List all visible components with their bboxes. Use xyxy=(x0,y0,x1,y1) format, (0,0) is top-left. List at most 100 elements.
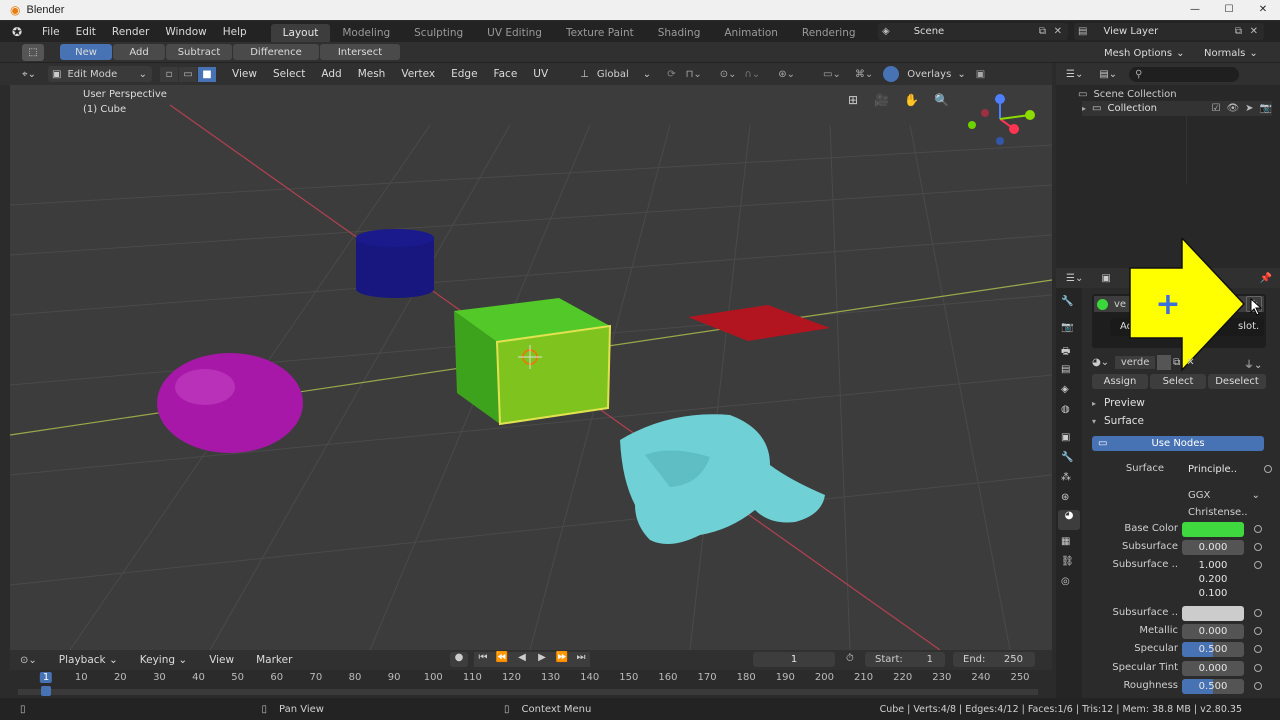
value-field[interactable]: 1.000 xyxy=(1182,558,1244,573)
camera-view-icon[interactable]: 🎥 xyxy=(874,93,904,107)
color-swatch[interactable] xyxy=(1182,522,1244,537)
surface-panel-header[interactable]: ▾ Surface xyxy=(1092,414,1144,428)
mode-intersect-button[interactable]: Intersect xyxy=(320,44,400,60)
socket-icon[interactable] xyxy=(1254,682,1262,690)
viewport-display-icon[interactable]: ▭⌄ xyxy=(823,69,841,80)
pin-icon[interactable]: 📌 xyxy=(1260,273,1272,284)
jump-end-icon[interactable]: ⏭ xyxy=(572,652,590,667)
tab-texture-paint[interactable]: Texture Paint xyxy=(554,24,646,42)
modifier-tab-icon[interactable]: 🔧 xyxy=(1061,452,1073,463)
close-window-button[interactable]: ✕ xyxy=(1246,0,1280,20)
end-frame-field[interactable]: End: 250 xyxy=(953,652,1035,667)
particles-tab-icon[interactable]: ⁂ xyxy=(1061,472,1071,483)
link-dropdown-icon[interactable]: ⏚⌄ xyxy=(1244,356,1262,371)
tab-uv-editing[interactable]: UV Editing xyxy=(475,24,554,42)
properties-editor-icon[interactable]: ☰⌄ xyxy=(1066,273,1083,284)
texture-tab-icon[interactable]: ▦ xyxy=(1061,536,1070,547)
sphere-object[interactable] xyxy=(157,353,303,453)
menu-help[interactable]: Help xyxy=(215,23,255,41)
socket-icon[interactable] xyxy=(1254,627,1262,635)
xray-toggle-icon[interactable]: ▣ xyxy=(976,69,985,80)
material-name-field[interactable]: verde xyxy=(1115,356,1156,369)
timeline-menu-keying[interactable]: Keying ⌄ xyxy=(132,651,195,669)
3d-viewport[interactable]: User Perspective (1) Cube ⊞ 🎥 ✋ 🔍 xyxy=(10,85,1052,650)
record-icon[interactable]: ● xyxy=(450,652,468,667)
surface-shader-field[interactable]: Principle.. xyxy=(1182,462,1254,477)
visibility-icon[interactable]: ⊛⌄ xyxy=(778,69,795,80)
value-field[interactable]: 0.500 xyxy=(1182,679,1244,694)
material-datablock-selector[interactable]: ◕⌄ verde ⧉ ✕ xyxy=(1092,354,1242,371)
play-reverse-icon[interactable]: ◀ xyxy=(512,652,532,667)
tool-tab-icon[interactable]: 🔧 xyxy=(1061,296,1073,307)
pivot-icon[interactable]: ⟳ xyxy=(667,69,675,80)
play-icon[interactable]: ▶ xyxy=(532,652,552,667)
world-tab-icon[interactable]: ◍ xyxy=(1061,404,1070,415)
object-tab-icon[interactable]: ▣ xyxy=(1061,432,1070,443)
value-field[interactable]: 0.000 xyxy=(1182,540,1244,555)
viewport-menu-view[interactable]: View xyxy=(224,65,265,83)
value-field[interactable]: 0.500 xyxy=(1182,642,1244,657)
surface-socket-icon[interactable] xyxy=(1264,465,1272,473)
falloff-icon[interactable]: ∩⌄ xyxy=(745,69,761,80)
value-field[interactable]: 0.100 xyxy=(1182,586,1244,601)
grid-view-icon[interactable]: ⊞ xyxy=(848,93,874,107)
jump-keyframe-back-icon[interactable]: ⏪ xyxy=(492,652,512,667)
cube-object[interactable] xyxy=(454,298,612,426)
maximize-button[interactable]: ☐ xyxy=(1212,0,1246,20)
scene-tab-icon[interactable]: ◈ xyxy=(1061,384,1069,395)
jump-start-icon[interactable]: ⏮ xyxy=(474,652,492,667)
new-view-layer-icon[interactable]: ⧉ xyxy=(1235,26,1242,37)
viewport-menu-select[interactable]: Select xyxy=(265,65,313,83)
mode-dropdown[interactable]: ▣ Edit Mode ⌄ xyxy=(48,66,153,82)
mode-add-button[interactable]: Add xyxy=(113,44,165,60)
viewport-menu-add[interactable]: Add xyxy=(313,65,349,83)
socket-icon[interactable] xyxy=(1254,525,1262,533)
select-arrow-icon[interactable]: ➤ xyxy=(1245,103,1253,114)
transform-orientation-dropdown[interactable]: ⊥ Global ⌄ xyxy=(580,69,651,80)
value-field[interactable]: 0.000 xyxy=(1182,661,1244,676)
menu-render[interactable]: Render xyxy=(104,23,157,41)
expand-arrow-icon[interactable]: ▸ xyxy=(1082,104,1086,113)
proportional-edit-icon[interactable]: ⊙⌄ xyxy=(720,69,737,80)
data-tab-icon[interactable]: ◎ xyxy=(1061,576,1070,587)
outliner-row-collection[interactable]: ▸ ▭ Collection ☑ 👁 ➤ 📷 xyxy=(1082,101,1272,116)
timeline-menu-marker[interactable]: Marker xyxy=(248,651,300,669)
outliner-row-scene-collection[interactable]: ▭ Scene Collection xyxy=(1078,87,1280,101)
use-nodes-button[interactable]: ▭ Use Nodes xyxy=(1092,436,1264,451)
mesh-options-dropdown[interactable]: Mesh Options ⌄ xyxy=(1100,45,1188,61)
timeline-editor-icon[interactable]: ⊙⌄ xyxy=(20,655,37,666)
display-mode-icon[interactable]: ▤⌄ xyxy=(1099,69,1117,80)
vertex-select-icon[interactable]: ▫ xyxy=(160,66,179,82)
render-camera-icon[interactable]: 📷 xyxy=(1260,103,1272,114)
view-layer-selector[interactable]: ▤ View Layer ⧉ ✕ xyxy=(1074,23,1264,40)
fake-user-icon[interactable] xyxy=(1157,355,1172,370)
socket-icon[interactable] xyxy=(1254,645,1262,653)
view-layer-tab-icon[interactable]: ▤ xyxy=(1061,364,1070,375)
tab-modeling[interactable]: Modeling xyxy=(330,24,402,42)
timeline-menu-view[interactable]: View xyxy=(201,651,242,669)
outliner-editor-icon[interactable]: ☰⌄ xyxy=(1066,69,1083,80)
unlink-material-icon[interactable]: ✕ xyxy=(1186,357,1194,368)
viewport-menu-mesh[interactable]: Mesh xyxy=(350,65,394,83)
value-field[interactable]: 0.200 xyxy=(1182,572,1244,587)
timeline-menu-playback[interactable]: Playback ⌄ xyxy=(51,651,126,669)
pan-hand-icon[interactable]: ✋ xyxy=(904,93,934,107)
menu-edit[interactable]: Edit xyxy=(68,23,104,41)
mode-new-button[interactable]: New xyxy=(60,44,112,60)
cylinder-object[interactable] xyxy=(356,229,434,298)
constraints-tab-icon[interactable]: ⛓ xyxy=(1061,556,1074,567)
blender-menu-icon[interactable]: ✪ xyxy=(0,25,34,39)
color-swatch[interactable] xyxy=(1182,606,1244,621)
physics-tab-icon[interactable]: ⊛ xyxy=(1061,492,1069,503)
new-scene-icon[interactable]: ⧉ xyxy=(1039,26,1046,37)
mode-difference-button[interactable]: Difference xyxy=(233,44,319,60)
viewport-menu-face[interactable]: Face xyxy=(486,65,526,83)
render-tab-icon[interactable]: 📷 xyxy=(1061,322,1073,333)
start-frame-field[interactable]: Start: 1 xyxy=(865,652,945,667)
socket-icon[interactable] xyxy=(1254,561,1262,569)
snap-icon[interactable]: ⊓⌄ xyxy=(686,69,702,80)
select-button[interactable]: Select xyxy=(1150,374,1206,389)
timeline-ruler[interactable]: 1 10 20 30 40 50 60 70 80 90 100 110 120 130 140 150 160… xyxy=(10,670,1052,698)
minimize-button[interactable]: — xyxy=(1178,0,1212,20)
tab-sculpting[interactable]: Sculpting xyxy=(402,24,475,42)
